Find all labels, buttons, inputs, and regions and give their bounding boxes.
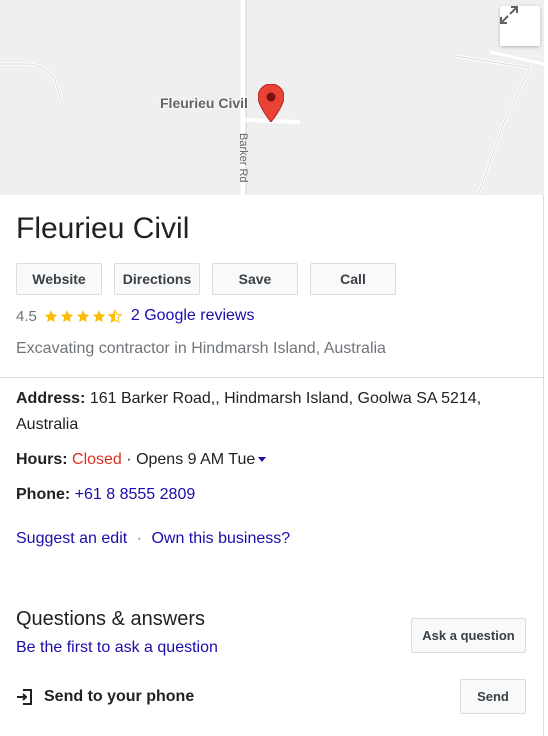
- rating-row: 4.5 2 Google reviews: [16, 307, 254, 325]
- suggest-edit-link[interactable]: Suggest an edit: [16, 530, 127, 547]
- business-name: Fleurieu Civil: [16, 212, 190, 245]
- send-to-phone-label: Send to your phone: [44, 688, 195, 705]
- first-ask-link[interactable]: Be the first to ask a question: [16, 639, 218, 657]
- hours-status: Closed: [72, 451, 122, 468]
- reviews-link[interactable]: 2 Google reviews: [131, 307, 255, 325]
- map-preview[interactable]: Fleurieu Civil Barker Rd: [0, 0, 544, 195]
- phone-link[interactable]: +61 8 8555 2809: [75, 486, 196, 503]
- hours-row[interactable]: Hours: Closed · Opens 9 AM Tue: [16, 447, 516, 473]
- directions-button[interactable]: Directions: [114, 263, 200, 295]
- star-icon: [60, 309, 74, 322]
- call-button[interactable]: Call: [310, 263, 396, 295]
- business-category: Excavating contractor in Hindmarsh Islan…: [16, 340, 386, 357]
- star-icon: [44, 309, 58, 322]
- phone-label: Phone:: [16, 486, 71, 503]
- send-button[interactable]: Send: [460, 679, 526, 714]
- link-separator: ·: [136, 530, 142, 547]
- action-buttons: Website Directions Save Call: [16, 263, 396, 295]
- send-to-phone-row: Send to your phone: [16, 688, 194, 706]
- half-star-icon: [107, 308, 123, 323]
- phone-row: Phone: +61 8 8555 2809: [16, 482, 516, 508]
- address-value: 161 Barker Road,, Hindmarsh Island, Gool…: [16, 390, 482, 433]
- own-business-link[interactable]: Own this business?: [151, 530, 290, 547]
- website-button[interactable]: Website: [16, 263, 102, 295]
- expand-map-button[interactable]: [500, 6, 540, 46]
- save-button[interactable]: Save: [212, 263, 298, 295]
- map-road-label: Barker Rd: [237, 133, 249, 183]
- chevron-down-icon[interactable]: [258, 457, 267, 463]
- address-label: Address:: [16, 390, 86, 407]
- address-row: Address: 161 Barker Road,, Hindmarsh Isl…: [16, 386, 516, 438]
- map-place-label: Fleurieu Civil: [160, 95, 248, 111]
- rating-value: 4.5: [16, 307, 37, 325]
- hours-separator: ·: [126, 451, 132, 468]
- hours-next: Opens 9 AM Tue: [136, 451, 256, 468]
- ask-question-button[interactable]: Ask a question: [411, 618, 526, 653]
- rating-stars: [43, 308, 123, 324]
- send-to-phone-icon: [16, 688, 34, 706]
- divider: [0, 377, 544, 378]
- star-icon: [76, 309, 90, 322]
- star-icon: [92, 309, 106, 322]
- knowledge-panel: Fleurieu Civil Barker Rd Fleurieu Civil …: [0, 0, 544, 736]
- qa-heading: Questions & answers: [16, 608, 205, 630]
- hours-label: Hours:: [16, 451, 68, 468]
- edit-links: Suggest an edit · Own this business?: [16, 530, 290, 548]
